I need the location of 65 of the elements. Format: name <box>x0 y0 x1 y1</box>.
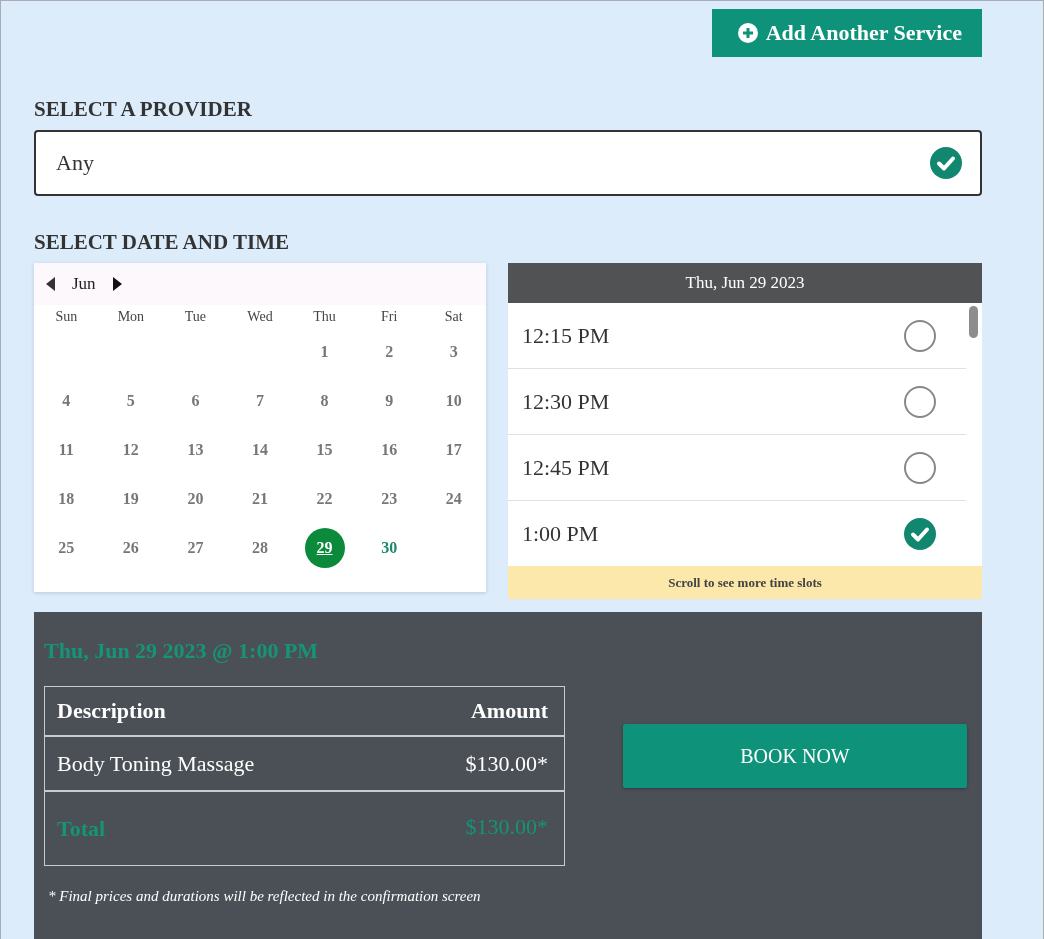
section-heading: SELECT A PROVIDER <box>34 97 253 122</box>
weekday-label: Fri <box>380 309 398 325</box>
calendar-day: 1 <box>320 342 329 361</box>
section-heading: SELECT DATE AND TIME <box>34 230 290 255</box>
calendar-day: 19 <box>122 489 139 508</box>
time-label: 1:00 PM <box>522 520 599 547</box>
calendar-day: 26 <box>122 538 139 557</box>
selected-date-header: Thu, Jun 29 2023 <box>508 263 982 303</box>
calendar-day: 2 <box>385 342 394 361</box>
month-label: Jun <box>72 274 96 294</box>
calendar-day: 22 <box>316 489 333 508</box>
column-header: Amount <box>471 698 548 724</box>
calendar-day: 18 <box>58 489 75 508</box>
service-name: Body Toning Massage <box>57 750 255 777</box>
total-amount: $130.00* <box>465 814 548 840</box>
calendar-day: 6 <box>191 391 200 410</box>
calendar-day: 23 <box>381 489 398 508</box>
radio-button[interactable] <box>904 385 936 418</box>
calendar-day: 24 <box>445 489 462 508</box>
column-header: Description <box>57 698 166 724</box>
calendar-day: 11 <box>58 440 74 459</box>
calendar-day: 20 <box>187 489 204 508</box>
calendar-day: 8 <box>320 391 329 410</box>
calendar-day: 14 <box>252 440 268 459</box>
calendar-day: 13 <box>187 440 204 459</box>
caret-right-icon[interactable] <box>111 277 122 291</box>
calendar-day: 27 <box>187 538 204 557</box>
calendar-day[interactable]: 29 <box>304 527 345 568</box>
calendar-day: 10 <box>445 391 462 410</box>
weekday-label: Sat <box>444 309 463 325</box>
add-service-button[interactable]: Add Another Service <box>711 9 982 57</box>
radio-button[interactable] <box>904 319 936 352</box>
weekday-label: Sun <box>55 309 78 325</box>
caret-left-icon[interactable] <box>46 277 56 291</box>
weekday-label: Mon <box>117 309 145 325</box>
calendar-day: 17 <box>445 440 462 459</box>
provider-select[interactable]: Any <box>34 130 982 196</box>
weekday-label: Tue <box>184 309 207 325</box>
weekday-label: Thu <box>313 309 336 325</box>
time-label: 12:45 PM <box>522 454 610 481</box>
calendar-day: 28 <box>252 538 268 557</box>
time-label: 12:30 PM <box>522 388 610 415</box>
calendar-day: 9 <box>385 391 394 410</box>
plus-circle-icon <box>737 23 758 43</box>
total-label: Total <box>57 815 106 842</box>
calendar-day[interactable]: 30 <box>381 538 398 557</box>
calendar-day: 5 <box>126 391 135 410</box>
service-price: $130.00* <box>465 750 548 777</box>
time-slot[interactable]: 1:00 PM <box>508 501 966 566</box>
time-label: 12:15 PM <box>522 322 610 349</box>
calendar-day: 16 <box>381 440 398 459</box>
scroll-hint: Scroll to see more time slots <box>508 566 982 599</box>
book-now-button[interactable]: BOOK NOW <box>623 724 967 788</box>
weekday-label: Wed <box>247 309 273 325</box>
provider-value: Any <box>56 150 94 176</box>
calendar-day: 21 <box>252 489 268 508</box>
calendar-day: 12 <box>122 440 139 459</box>
calendar-day: 25 <box>58 538 75 557</box>
booking-date-title: Thu, Jun 29 2023 @ 1:00 PM <box>44 638 320 664</box>
calendar-day: 15 <box>316 440 333 459</box>
calendar-day: 4 <box>62 391 71 410</box>
calendar-day: 3 <box>449 342 458 361</box>
footnote: * Final prices and durations will be reflected in the confirmation screen <box>48 888 482 905</box>
radio-button[interactable] <box>904 451 936 484</box>
calendar-day: 7 <box>256 391 264 410</box>
